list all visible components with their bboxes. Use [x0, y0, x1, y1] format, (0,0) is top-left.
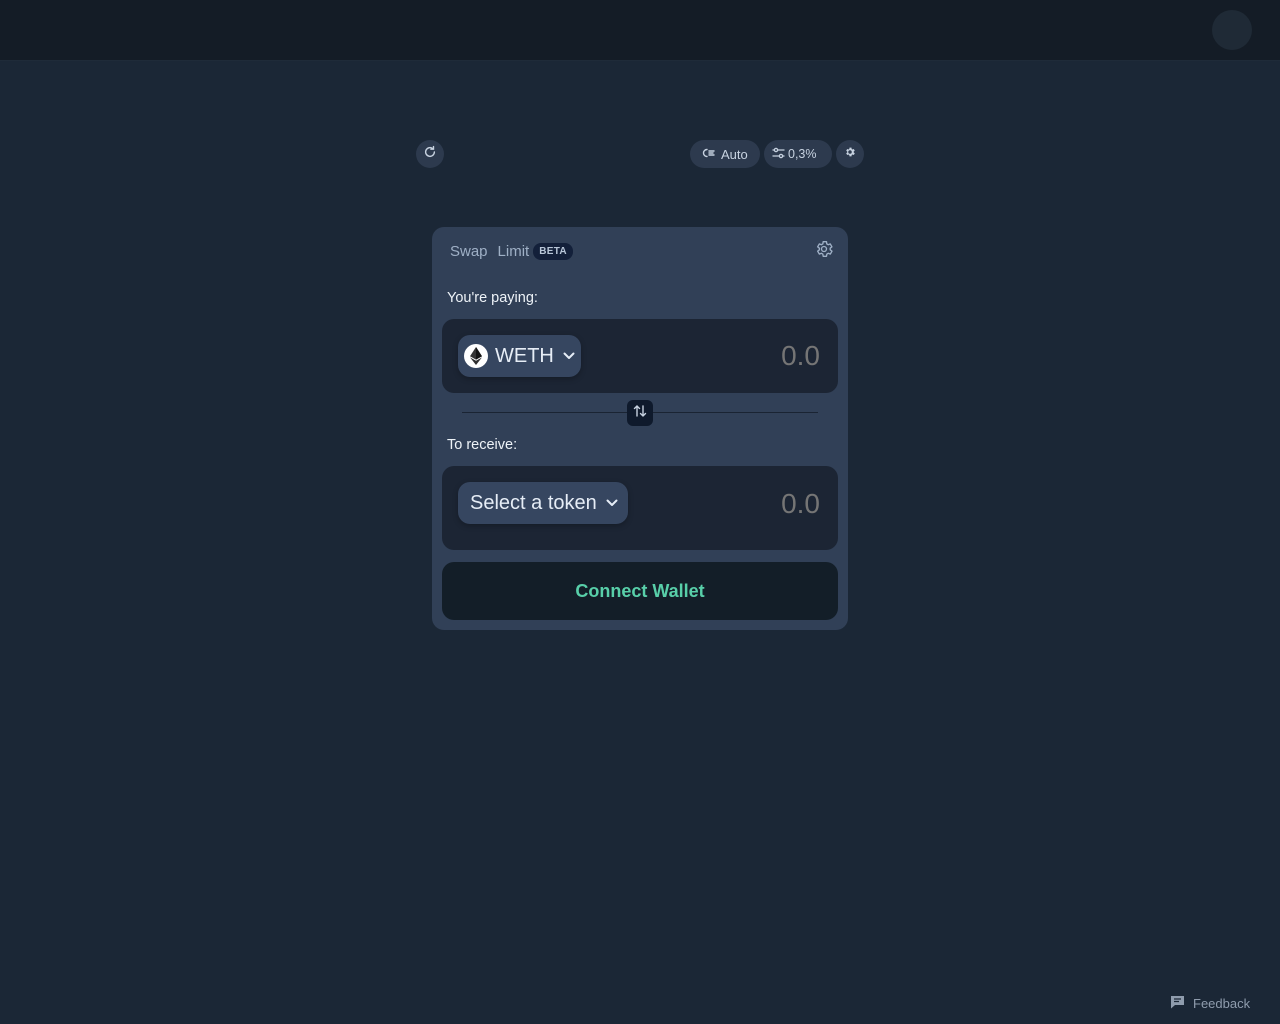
receive-token-selector[interactable]: Select a token [458, 482, 628, 524]
feedback-button[interactable]: Feedback [1170, 995, 1250, 1012]
account-avatar[interactable] [1212, 10, 1252, 50]
route-auto-button[interactable]: Auto [690, 140, 760, 168]
chevron-down-icon [606, 499, 618, 507]
connect-wallet-button[interactable]: Connect Wallet [442, 562, 838, 620]
paying-panel: WETH [442, 319, 838, 393]
paying-token-selector[interactable]: WETH [458, 335, 581, 377]
switch-direction-button[interactable] [627, 400, 653, 426]
swap-card: Swap Limit BETA You're paying: WETH 0.0 … [432, 227, 848, 630]
refresh-icon [423, 145, 437, 164]
gas-route-icon [701, 147, 715, 162]
ethereum-icon [464, 344, 488, 368]
gear-icon [814, 239, 834, 264]
receive-label: To receive: [447, 437, 518, 453]
chat-bubble-icon [1170, 995, 1185, 1012]
tab-limit[interactable]: Limit [498, 243, 530, 260]
feedback-label: Feedback [1193, 996, 1251, 1011]
paying-token-symbol: WETH [495, 344, 554, 367]
slippage-button[interactable]: 0,3% [764, 140, 832, 168]
swap-mode-tabs: Swap Limit BETA [450, 243, 573, 260]
paying-amount-input[interactable] [658, 339, 822, 373]
receive-panel: Select a token [442, 466, 838, 550]
sliders-icon [772, 147, 785, 162]
refresh-button[interactable] [416, 140, 444, 168]
global-settings-button[interactable] [836, 140, 864, 168]
tab-swap[interactable]: Swap [450, 243, 488, 260]
auto-label: Auto [721, 146, 748, 162]
swap-settings-button[interactable] [813, 240, 835, 262]
beta-badge: BETA [533, 243, 573, 260]
chevron-down-icon [563, 352, 575, 360]
slippage-value: 0,3% [788, 147, 817, 161]
gear-icon [844, 145, 856, 163]
receive-amount-input[interactable] [658, 487, 822, 521]
select-token-label: Select a token [470, 491, 597, 514]
swap-arrows-icon [633, 404, 647, 423]
paying-label: You're paying: [447, 290, 538, 306]
top-navigation-bar [0, 0, 1280, 61]
